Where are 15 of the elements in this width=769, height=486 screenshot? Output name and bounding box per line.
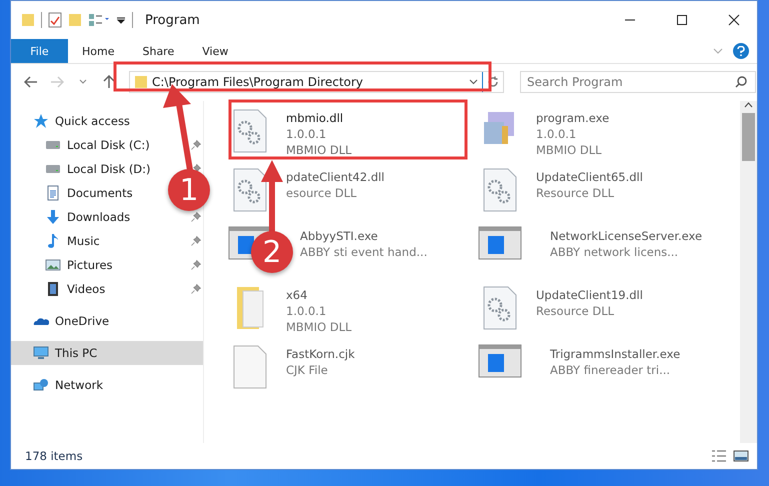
file-detail: 1.0.0.1 (286, 126, 328, 142)
file-detail: ABBY sti event hand... (300, 244, 428, 260)
file-detail: 1.0.0.1 (536, 126, 578, 142)
file-detail: MBMIO DLL (286, 319, 352, 335)
window-title: Program (145, 12, 200, 28)
item-count: 178 items (25, 449, 83, 463)
file-detail: 1.0.0.1 (286, 303, 328, 319)
file-detail: MBMIO DLL (536, 142, 603, 158)
file-detail: ABBY network licens... (550, 244, 680, 260)
file-detail: esource DLL (286, 185, 358, 201)
file-detail: ABBY finereader tri... (550, 362, 672, 378)
file-detail: Resource DLL (536, 303, 616, 319)
file-detail: CJK File (286, 362, 329, 378)
file-detail: Resource DLL (536, 185, 616, 201)
file-detail: MBMIO DLL (286, 142, 352, 158)
